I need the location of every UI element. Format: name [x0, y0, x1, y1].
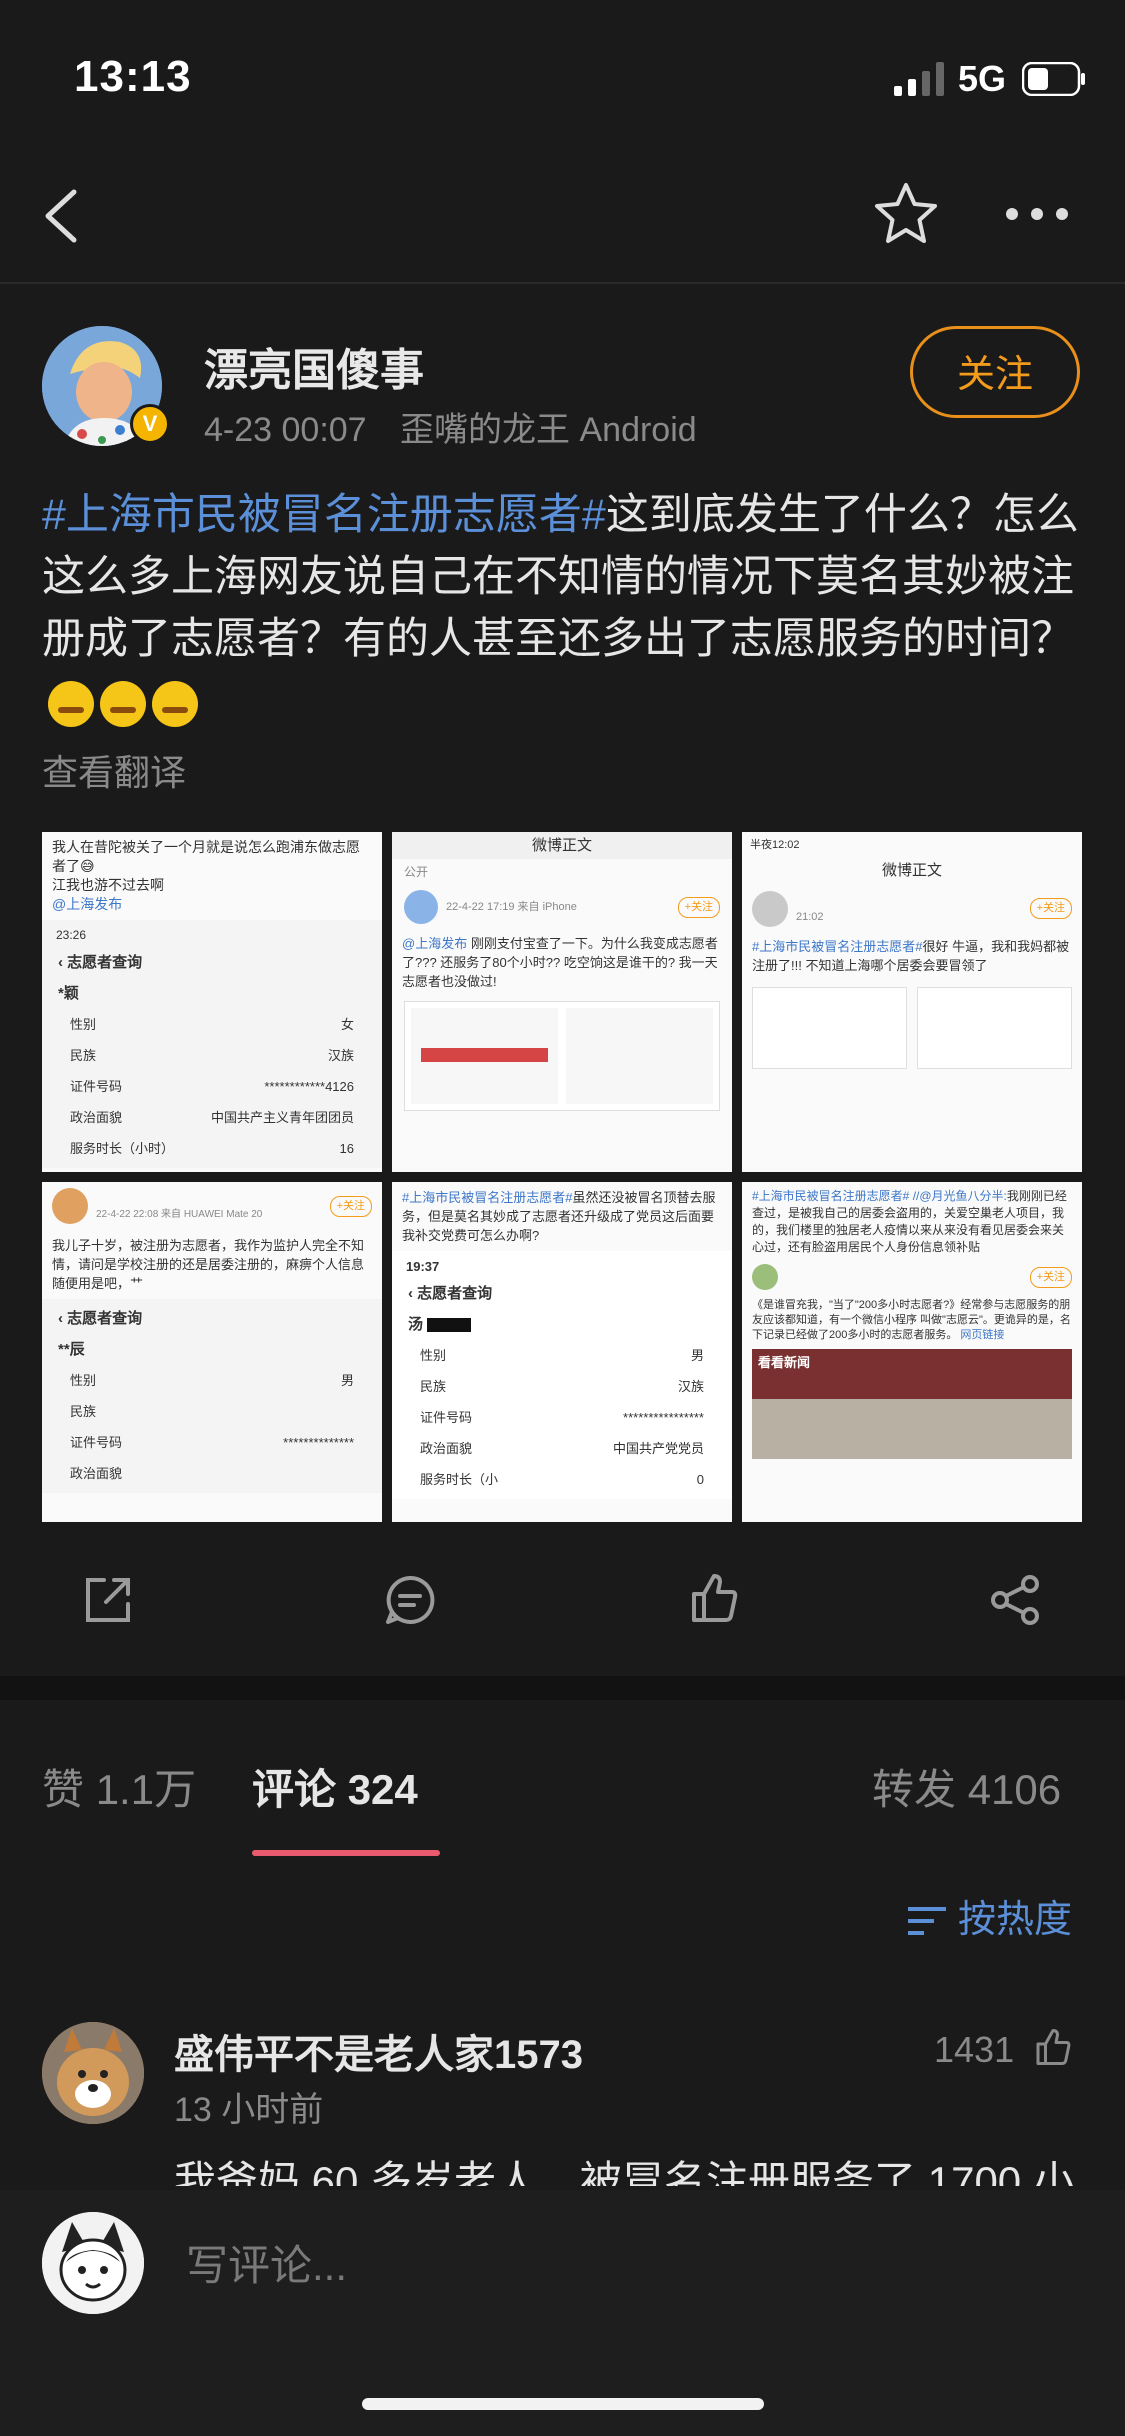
- share-icon[interactable]: [80, 1572, 136, 1628]
- like-icon[interactable]: [686, 1570, 742, 1626]
- signal-icon: [894, 62, 944, 96]
- post-image-4[interactable]: 22-4-22 22:08 来自 HUAWEI Mate 20 +关注 我儿子十…: [42, 1182, 382, 1522]
- post-image-3[interactable]: 半夜12:02 微博正文 21:02 +关注 #上海市民被冒名注册志愿者#很好 …: [742, 832, 1082, 1172]
- nav-divider: [0, 282, 1125, 284]
- comment-input[interactable]: 写评论...: [186, 2232, 347, 2293]
- comment-like-button[interactable]: 1431: [934, 2026, 1074, 2071]
- my-avatar[interactable]: [42, 2212, 144, 2314]
- comment-text: 我爸妈 60 多岁老人，被冒名注册服务了 1700 小: [174, 2158, 1075, 2186]
- comment-like-count: 1431: [934, 2029, 1015, 2070]
- post-source: 歪嘴的龙王 Android: [400, 411, 697, 449]
- commenter-avatar[interactable]: [42, 2022, 144, 2124]
- forward-icon[interactable]: [988, 1572, 1044, 1628]
- sort-button[interactable]: 按热度: [906, 1888, 1072, 1943]
- active-tab-indicator: [252, 1850, 440, 1856]
- follow-button[interactable]: 关注: [910, 326, 1080, 418]
- tab-reposts[interactable]: 转发 4106: [872, 1756, 1061, 1817]
- home-indicator[interactable]: [362, 2398, 764, 2410]
- post-image-2[interactable]: 微博正文 公开 22-4-22 17:19 来自 iPhone +关注 @上海发…: [392, 832, 732, 1172]
- user-avatar: [404, 890, 438, 924]
- translate-link[interactable]: 查看翻译: [42, 744, 186, 796]
- post-image-1[interactable]: 我人在昔陀被关了一个月就是说怎么跑浦东做志愿者了😅 江我也游不过去啊 @上海发布…: [42, 832, 382, 1172]
- smirk-emoji-icon: [100, 680, 146, 727]
- network-type: 5G: [958, 58, 1007, 99]
- more-icon[interactable]: [1004, 200, 1070, 228]
- commenter-name[interactable]: 盛伟平不是老人家1573: [174, 2022, 583, 2080]
- tab-likes[interactable]: 赞 1.1万: [42, 1756, 196, 1817]
- battery-icon: [1022, 62, 1085, 96]
- section-gap: [0, 1676, 1125, 1700]
- tab-comments[interactable]: 评论 324: [252, 1756, 418, 1817]
- author-name[interactable]: 漂亮国傻事: [204, 334, 424, 398]
- post-hashtag[interactable]: #上海市民被冒名注册志愿者#: [42, 491, 606, 539]
- favorite-star-icon[interactable]: [872, 180, 940, 248]
- post-image-6[interactable]: #上海市民被冒名注册志愿者# //@月光鱼八分半:我刚刚已经查过，是被我自己的居…: [742, 1182, 1082, 1522]
- back-icon[interactable]: [40, 186, 84, 246]
- image-caption: 我人在昔陀被关了一个月就是说怎么跑浦东做志愿者了😅 江我也游不过去啊 @上海发布: [52, 839, 360, 912]
- comment-time: 13 小时前: [174, 2091, 324, 2129]
- verified-badge-icon: V: [130, 404, 170, 444]
- comment-icon[interactable]: [382, 1572, 438, 1628]
- post-timestamp: 4-23 00:07: [204, 411, 367, 449]
- post-image-5[interactable]: #上海市民被冒名注册志愿者#虽然还没被冒名顶替去服务，但是莫名其妙成了志愿者还升…: [392, 1182, 732, 1522]
- post-body: #上海市民被冒名注册志愿者#这到底发生了什么？怎么这么多上海网友说自己在不知情的…: [42, 484, 1092, 732]
- thumb-up-icon: [1036, 2029, 1071, 2065]
- sort-icon: [908, 1906, 946, 1935]
- smirk-emoji-icon: [48, 680, 94, 727]
- post-meta: 4-23 00:07 歪嘴的龙王 Android: [204, 402, 697, 451]
- status-time: 13:13: [74, 52, 192, 101]
- smirk-emoji-icon: [152, 680, 198, 727]
